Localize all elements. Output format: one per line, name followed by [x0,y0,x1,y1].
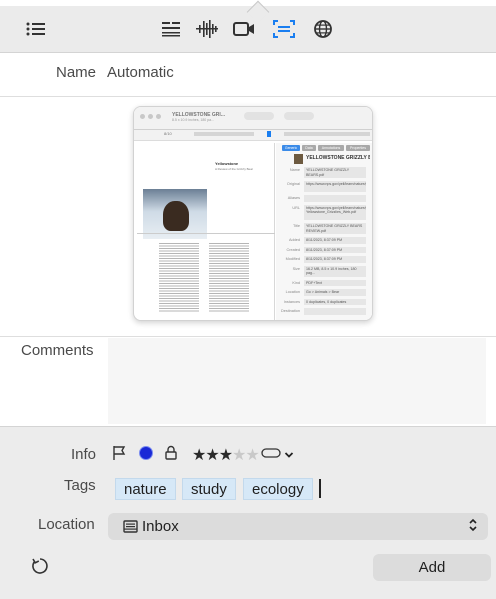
inspector-row-value: 8/11/2023, 8:37:09 PM [304,246,366,253]
doc-thumb-icon [294,154,303,164]
location-label: Location [38,516,95,533]
capture-area-icon[interactable] [269,14,299,44]
inspector-row-value: PDF+Text [304,279,366,286]
inspector-row-key: Modified [285,257,300,261]
capture-toolbar [0,0,496,53]
inspector-row-key: Kind [292,280,300,285]
star-icon[interactable]: ★ [192,447,206,464]
refresh-icon[interactable] [30,556,50,581]
grizzly-photo [143,189,207,239]
inspector-row-key: Created [286,247,300,252]
inspector-row-value: 8/11/2023, 8:37:09 PM [304,256,366,263]
text-column-left [159,243,199,313]
preview-window-toolbar: YELLOWSTONE GRI... 8.5 x 10.9 inches, 18… [134,107,372,141]
window-dot-icon [140,114,145,119]
inspector-doc-title: YELLOWSTONE GRIZZLY B... [306,155,370,161]
divider [0,96,496,97]
preview-inspector: Generic Data Annotations Properties YELL… [276,143,372,320]
location-select[interactable]: Inbox [108,513,488,540]
info-controls: ★★★★★ [112,444,294,466]
inspector-row-key: Instances [283,299,300,304]
inspector-row-value: 16.2 MB, 8.5 x 10.9 inches, 180 pag... [304,265,366,277]
inspector-row-key: Added [289,238,300,242]
preview-divider [134,129,372,130]
page-break [137,233,275,234]
inspector-tab: Generic [282,145,300,151]
globe-icon[interactable] [308,14,338,44]
inbox-icon [123,520,138,538]
star-icon[interactable]: ★ [205,447,219,464]
inspector-row-key: Title [292,224,300,228]
location-value: Inbox [142,518,179,535]
preview-tool-icons [284,132,370,136]
page-heading: Yellowstone [215,161,239,166]
star-icon[interactable]: ★ [232,447,246,464]
label-capsule-icon[interactable] [261,446,281,464]
lock-icon[interactable] [164,445,182,466]
text-column-right [209,243,249,313]
inspector-row-value: https://www.nps.gov/yell/learn/nature/gr… [304,204,366,220]
inspector-row-value [304,195,366,202]
waveform-icon[interactable] [192,14,222,44]
tag-token[interactable]: study [182,478,236,500]
inspector-row-value: https://www.nps.gov/yell/learn/nature/gr… [304,181,366,192]
tag-token[interactable]: ecology [243,478,313,500]
preview-tool-icons [194,132,254,136]
label-chevron-down-icon[interactable] [284,446,294,464]
divider [0,336,496,337]
add-document-popover: Name Automatic YELLOWSTONE GRI... 8.5 x … [0,0,496,599]
preview-active-tool [267,131,271,137]
document-preview-thumbnail: YELLOWSTONE GRI... 8.5 x 10.9 inches, 18… [133,106,373,321]
inspector-row-key: Name [289,168,300,172]
flag-icon[interactable] [112,445,130,466]
page-subheading: A Review of the Grizzly Bear [215,167,254,171]
inspector-row-value: YELLOWSTONE GRIZZLY BEARS REVIEW.pdf [304,223,366,234]
inspector-tab: Annotations [318,145,344,151]
add-button[interactable]: Add [373,554,491,581]
star-icon[interactable]: ★ [245,447,259,464]
name-label: Name [56,64,97,81]
inspector-row-value: YELLOWSTONE GRIZZLY BEARS.pdf [304,167,366,178]
inspector-row-value: 0 duplicates, 0 duplicates [304,298,366,305]
text-format-icon[interactable] [156,14,186,44]
preview-window-subtitle: 8.5 x 10.9 inches, 180 pa... [172,118,215,122]
inspector-row-value: Go > Animals > Bear [304,289,366,296]
inspector-row-key: Original [286,182,300,186]
updown-chevron-icon [468,518,478,535]
tag-token[interactable]: nature [115,478,176,500]
inspector-tab: Data [302,145,316,151]
preview-page-indicator: 8/10 [164,131,172,136]
inspector-row-key: Location [285,290,300,294]
inspector-row-key: Destination [281,309,300,313]
preview-controls [284,112,314,120]
tags-input-caret[interactable] [319,479,321,498]
inspector-row-value [304,308,366,315]
unread-dot-icon[interactable] [138,445,160,466]
preview-pdf-page: Yellowstone A Review of the Grizzly Bear [137,143,275,320]
comments-label: Comments [21,342,94,359]
inspector-row-key: Size [292,266,300,271]
name-field[interactable]: Automatic [107,64,174,81]
star-icon[interactable]: ★ [219,447,233,464]
bear-shape [163,201,189,231]
preview-search [244,112,274,120]
rating-stars[interactable]: ★★★★★ [192,445,260,465]
tags-label: Tags [64,477,96,494]
video-icon[interactable] [229,14,259,44]
list-icon[interactable] [21,14,51,44]
window-dot-icon [156,114,161,119]
comments-field[interactable] [108,338,486,424]
window-dot-icon [148,114,153,119]
info-label: Info [71,446,97,463]
inspector-row-key: URL [292,205,300,210]
inspector-row-key: Aliases [287,196,300,200]
inspector-tab: Properties [346,145,370,151]
inspector-row-value: 8/11/2023, 8:37:09 PM [304,237,366,244]
